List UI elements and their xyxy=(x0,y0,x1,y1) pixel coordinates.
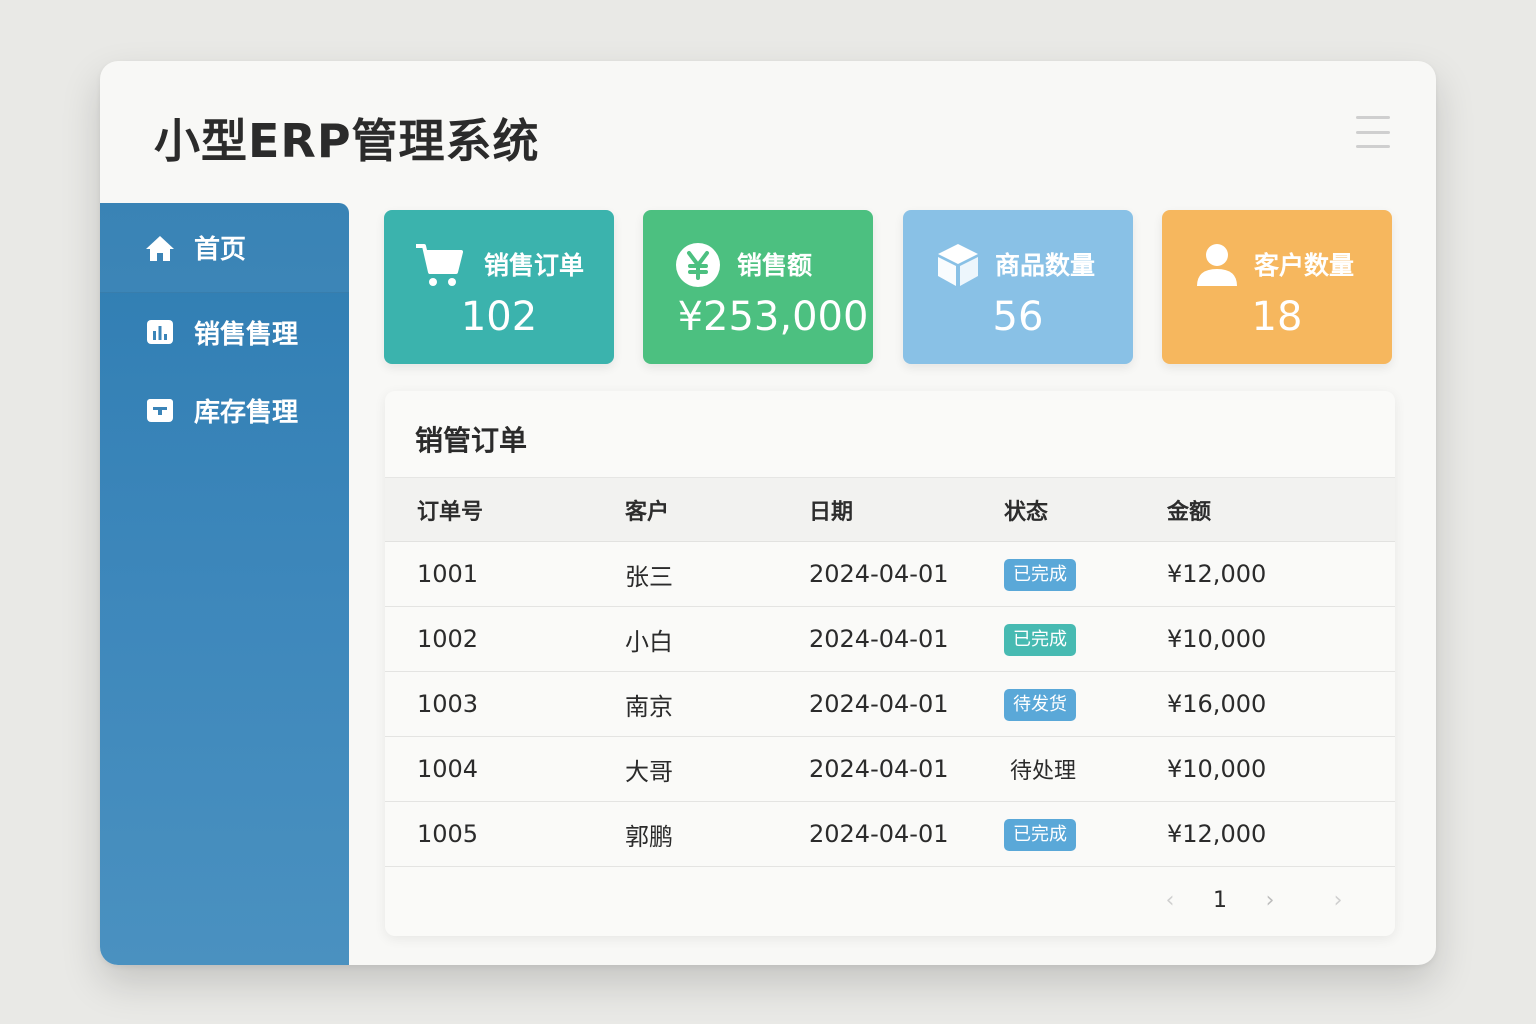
amount-cell: ¥12,000 xyxy=(1167,820,1267,848)
customer-cell: 张三 xyxy=(625,562,673,591)
date-cell: 2024-04-01 xyxy=(809,690,949,718)
user-icon xyxy=(1192,240,1242,290)
next-page-button[interactable]: › xyxy=(1255,883,1285,919)
status-cell: 待发货 xyxy=(1004,672,1167,737)
status-badge: 已完成 xyxy=(1004,558,1076,591)
customer-cell: 大哥 xyxy=(625,757,673,786)
card-value: 56 xyxy=(992,294,1044,340)
hamburger-menu-icon[interactable] xyxy=(1356,116,1390,148)
table-row[interactable]: 1003 南京 2024-04-01 待发货 ¥16,000 xyxy=(385,672,1395,737)
cube-icon xyxy=(933,240,983,290)
card-label: 销售额 xyxy=(737,251,813,280)
home-icon xyxy=(144,232,176,264)
column-header[interactable]: 金额 xyxy=(1167,478,1395,542)
card-value: 18 xyxy=(1251,294,1303,340)
app-window: 小型ERP管理系统 首页 销售售理 库存售理 销售订单 102 销售额 ¥253… xyxy=(100,61,1436,965)
status-cell: 待处理 xyxy=(1004,737,1167,802)
order-id-cell: 1001 xyxy=(417,560,479,588)
card-label: 商品数量 xyxy=(995,251,1096,280)
column-header[interactable]: 日期 xyxy=(809,478,1004,542)
stat-cards: 销售订单 102 销售额 ¥253,000 商品数量 56 客户数量 18 xyxy=(384,210,1392,364)
orders-panel: 销管订单 订单号 客户 日期 状态 金额 1001 张三 2024-04-01 已完成… xyxy=(385,391,1395,936)
date-cell: 2024-04-01 xyxy=(809,820,949,848)
prev-page-button[interactable]: ‹ xyxy=(1155,883,1185,919)
customer-cell: 郭鹏 xyxy=(625,822,673,851)
panel-title: 销管订单 xyxy=(415,424,528,457)
table-header-row: 订单号 客户 日期 状态 金额 xyxy=(385,477,1395,542)
card-customer-count[interactable]: 客户数量 18 xyxy=(1162,210,1392,364)
status-cell: 已完成 xyxy=(1004,607,1167,672)
sidebar: 首页 销售售理 库存售理 xyxy=(100,203,349,965)
sidebar-item-sales[interactable]: 销售售理 xyxy=(100,293,349,371)
column-header[interactable]: 客户 xyxy=(625,478,809,542)
card-label: 销售订单 xyxy=(484,251,585,280)
orders-table: 订单号 客户 日期 状态 金额 1001 张三 2024-04-01 已完成 ¥12,0… xyxy=(385,477,1395,867)
status-text: 待处理 xyxy=(1010,759,1077,784)
card-sales-orders[interactable]: 销售订单 102 xyxy=(384,210,614,364)
cart-icon xyxy=(414,240,464,290)
sidebar-item-label: 首页 xyxy=(194,235,247,265)
card-label: 客户数量 xyxy=(1254,251,1355,280)
status-cell: 已完成 xyxy=(1004,542,1167,607)
page-number-current[interactable]: 1 xyxy=(1205,883,1235,919)
status-badge: 待发货 xyxy=(1004,688,1076,721)
date-cell: 2024-04-01 xyxy=(809,755,949,783)
amount-cell: ¥10,000 xyxy=(1167,625,1267,653)
amount-cell: ¥16,000 xyxy=(1167,690,1267,718)
date-cell: 2024-04-01 xyxy=(809,560,949,588)
column-header[interactable]: 状态 xyxy=(1004,478,1167,542)
app-title: 小型ERP管理系统 xyxy=(154,114,540,168)
last-page-button[interactable]: › xyxy=(1323,883,1353,919)
card-value: ¥253,000 xyxy=(677,294,869,340)
order-id-cell: 1002 xyxy=(417,625,479,653)
order-id-cell: 1003 xyxy=(417,690,479,718)
card-product-count[interactable]: 商品数量 56 xyxy=(903,210,1133,364)
card-value: 102 xyxy=(460,294,538,340)
yen-icon xyxy=(673,240,723,290)
column-header[interactable]: 订单号 xyxy=(385,478,625,542)
table-row[interactable]: 1004 大哥 2024-04-01 待处理 ¥10,000 xyxy=(385,737,1395,802)
order-id-cell: 1004 xyxy=(417,755,479,783)
sidebar-item-label: 销售售理 xyxy=(194,319,299,350)
pagination: ‹ 1 › › xyxy=(1155,883,1375,919)
bar-chart-icon xyxy=(144,316,176,348)
customer-cell: 小白 xyxy=(625,627,673,656)
amount-cell: ¥10,000 xyxy=(1167,755,1267,783)
table-row[interactable]: 1002 小白 2024-04-01 已完成 ¥10,000 xyxy=(385,607,1395,672)
table-row[interactable]: 1005 郭鹏 2024-04-01 已完成 ¥12,000 xyxy=(385,802,1395,867)
status-badge: 已完成 xyxy=(1004,818,1076,851)
table-row[interactable]: 1001 张三 2024-04-01 已完成 ¥12,000 xyxy=(385,542,1395,607)
status-cell: 已完成 xyxy=(1004,802,1167,867)
date-cell: 2024-04-01 xyxy=(809,625,949,653)
sidebar-item-inventory[interactable]: 库存售理 xyxy=(100,371,349,449)
card-sales-amount[interactable]: 销售额 ¥253,000 xyxy=(643,210,873,364)
order-id-cell: 1005 xyxy=(417,820,479,848)
sidebar-item-label: 库存售理 xyxy=(194,397,299,428)
customer-cell: 南京 xyxy=(625,692,673,721)
sidebar-item-home[interactable]: 首页 xyxy=(100,203,349,293)
inventory-box-icon xyxy=(144,394,176,426)
status-badge: 已完成 xyxy=(1004,623,1076,656)
amount-cell: ¥12,000 xyxy=(1167,560,1267,588)
